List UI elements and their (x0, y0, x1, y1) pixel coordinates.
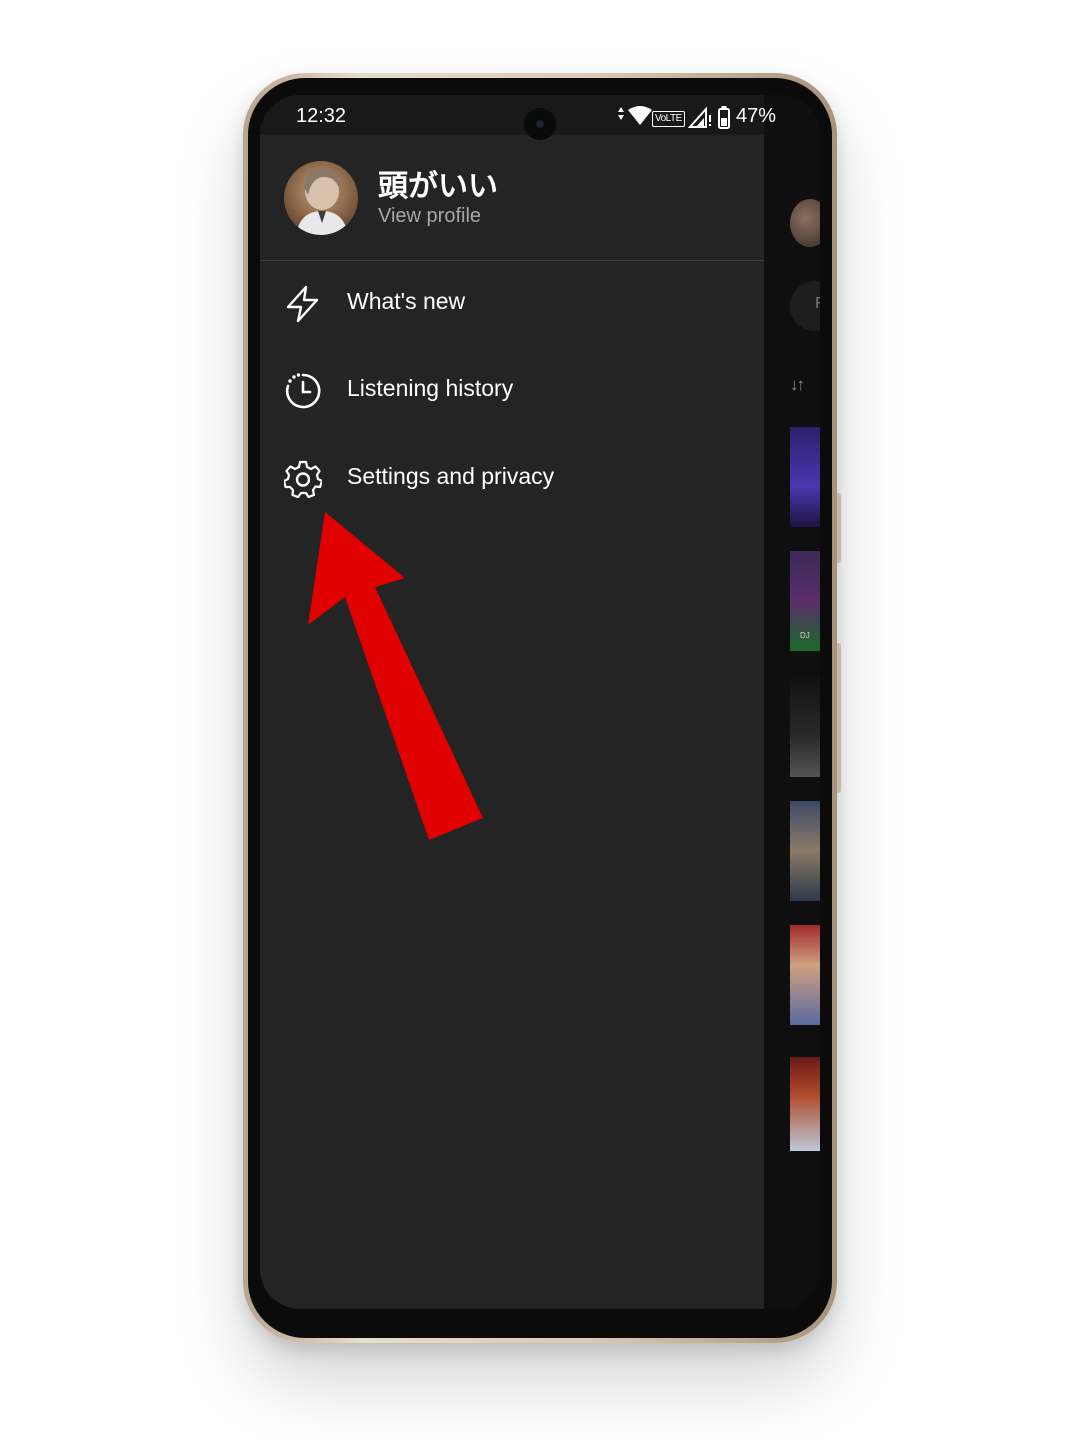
menu-item-label: Settings and privacy (347, 463, 555, 489)
data-transfer-icon (618, 107, 624, 120)
lightning-bolt-icon (286, 285, 319, 323)
volte-indicator: VoLTE (652, 111, 685, 127)
status-time: 12:32 (296, 105, 347, 127)
status-bar: 12:32 VoLTE 47% (260, 95, 776, 140)
gear-icon (284, 460, 322, 498)
background-thumbnail (790, 1057, 820, 1151)
menu-item-whats-new[interactable]: What's new (260, 265, 764, 345)
menu-item-label: What's new (347, 288, 466, 314)
background-chip-label: F (815, 295, 820, 312)
background-thumbnail (790, 677, 820, 777)
battery-icon (718, 106, 730, 129)
background-thumbnail (790, 925, 820, 1025)
history-clock-icon (285, 373, 321, 409)
menu-item-label: Listening history (347, 375, 514, 401)
sort-icon: ↓↑ (790, 375, 805, 394)
front-camera (524, 108, 556, 140)
battery-percentage: 47% (736, 105, 777, 127)
volume-button (837, 493, 841, 563)
annotation-arrow-icon (308, 512, 483, 840)
background-thumbnail (790, 427, 820, 527)
menu-item-listening-history[interactable]: Listening history (260, 352, 764, 432)
profile-row[interactable]: 頭がいい View profile (260, 155, 764, 265)
background-thumb-label: DJ (800, 631, 810, 640)
profile-name: 頭がいい (378, 169, 498, 204)
background-avatar (790, 199, 820, 247)
avatar[interactable] (284, 161, 358, 235)
view-profile-link[interactable]: View profile (378, 205, 481, 228)
background-thumbnail (790, 801, 820, 901)
divider (260, 260, 764, 261)
wifi-icon (628, 106, 652, 125)
power-button (837, 643, 841, 793)
